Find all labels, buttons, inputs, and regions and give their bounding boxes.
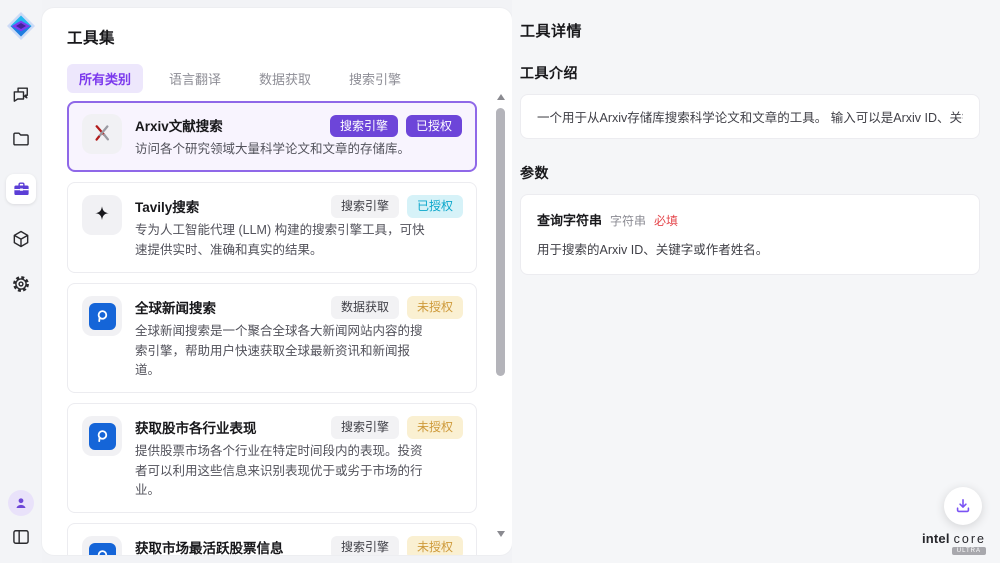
category-tabs: 所有类别 语言翻译 数据获取 搜索引擎 (67, 64, 512, 93)
tool-detail-panel: 工具详情 工具介绍 一个用于从Arxiv存储库搜索科学论文和文章的工具。 输入可… (512, 0, 1000, 563)
intel-wordmark: intel (922, 531, 950, 546)
auth-status-badge: 已授权 (407, 195, 463, 217)
tab-search-engine[interactable]: 搜索引擎 (337, 64, 413, 93)
blue-search-logo-icon (82, 296, 122, 336)
gear-icon[interactable] (11, 274, 31, 294)
detail-title: 工具详情 (520, 20, 980, 41)
category-badge: 搜索引擎 (331, 416, 399, 438)
chat-icon[interactable] (11, 84, 31, 104)
scrollbar-thumb[interactable] (496, 108, 505, 376)
params-heading: 参数 (520, 163, 980, 183)
tool-description: 专为人工智能代理 (LLM) 构建的搜索引擎工具，可快速提供实时、准确和真实的结… (135, 221, 431, 260)
download-icon (953, 496, 973, 516)
toolset-panel: 工具集 所有类别 语言翻译 数据获取 搜索引擎 Arxiv文献搜索 访问各个研究… (42, 8, 512, 555)
category-badge: 数据获取 (331, 296, 399, 318)
list-scrollbar[interactable] (495, 90, 507, 549)
tool-card-active-stocks[interactable]: 获取市场最活跃股票信息 提供当天交易量最高的股票列表，投资者可以利用这些信息来识… (67, 523, 477, 555)
folder-icon[interactable] (11, 129, 31, 149)
auth-status-badge: 未授权 (407, 416, 463, 438)
category-badge: 搜索引擎 (331, 536, 399, 555)
parameter-card: 查询字符串 字符串 必填 用于搜索的Arxiv ID、关键字或作者姓名。 (520, 194, 980, 275)
intro-text: 一个用于从Arxiv存储库搜索科学论文和文章的工具。 输入可以是Arxiv ID… (537, 107, 963, 126)
sidebar-nav (6, 84, 36, 294)
tool-card-tavily[interactable]: Tavily搜索 专为人工智能代理 (LLM) 构建的搜索引擎工具，可快速提供实… (67, 182, 477, 273)
page-title: 工具集 (67, 26, 512, 48)
tool-card-arxiv[interactable]: Arxiv文献搜索 访问各个研究领域大量科学论文和文章的存储库。 搜索引擎 已授… (67, 101, 477, 172)
blue-search-logo-icon (82, 536, 122, 555)
cube-icon[interactable] (11, 229, 31, 249)
tool-card-sector-performance[interactable]: 获取股市各行业表现 提供股票市场各个行业在特定时间段内的表现。投资者可以利用这些… (67, 403, 477, 513)
required-label: 必填 (654, 212, 678, 229)
app-logo-icon (7, 12, 35, 40)
intro-heading: 工具介绍 (520, 63, 980, 83)
tool-description: 全球新闻搜索是一个聚合全球各大新闻网站内容的搜索引擎，帮助用户快速获取全球最新资… (135, 322, 431, 380)
tab-data-acquisition[interactable]: 数据获取 (247, 64, 323, 93)
tavily-star-icon (82, 195, 122, 235)
app-sidebar (0, 0, 42, 563)
category-badge: 搜索引擎 (331, 195, 399, 217)
tab-language-translation[interactable]: 语言翻译 (157, 64, 233, 93)
panel-toggle-icon[interactable] (11, 527, 31, 547)
toolbox-icon[interactable] (6, 174, 36, 204)
auth-status-badge: 未授权 (407, 536, 463, 555)
sidebar-bottom (8, 490, 34, 547)
tool-list: Arxiv文献搜索 访问各个研究领域大量科学论文和文章的存储库。 搜索引擎 已授… (67, 101, 477, 555)
tool-card-global-news[interactable]: 全球新闻搜索 全球新闻搜索是一个聚合全球各大新闻网站内容的搜索引擎，帮助用户快速… (67, 283, 477, 393)
auth-status-badge: 已授权 (406, 115, 462, 137)
tool-description: 提供股票市场各个行业在特定时间段内的表现。投资者可以利用这些信息来识别表现优于或… (135, 442, 431, 500)
user-avatar[interactable] (8, 490, 34, 516)
intel-core-logo: intel core ultra (922, 531, 986, 555)
arxiv-logo-icon (82, 114, 122, 154)
parameter-description: 用于搜索的Arxiv ID、关键字或作者姓名。 (537, 239, 963, 258)
tab-all-categories[interactable]: 所有类别 (67, 64, 143, 93)
core-wordmark: core (954, 532, 986, 546)
parameter-name: 查询字符串 (537, 210, 602, 229)
download-button[interactable] (944, 487, 982, 525)
scroll-down-arrow[interactable] (497, 531, 505, 537)
blue-search-logo-icon (82, 416, 122, 456)
scroll-up-arrow[interactable] (497, 94, 505, 100)
tool-description: 访问各个研究领域大量科学论文和文章的存储库。 (135, 140, 431, 159)
ultra-badge: ultra (952, 547, 986, 555)
auth-status-badge: 未授权 (407, 296, 463, 318)
parameter-type: 字符串 (610, 212, 646, 229)
intro-card: 一个用于从Arxiv存储库搜索科学论文和文章的工具。 输入可以是Arxiv ID… (520, 94, 980, 139)
category-badge: 搜索引擎 (330, 115, 398, 137)
